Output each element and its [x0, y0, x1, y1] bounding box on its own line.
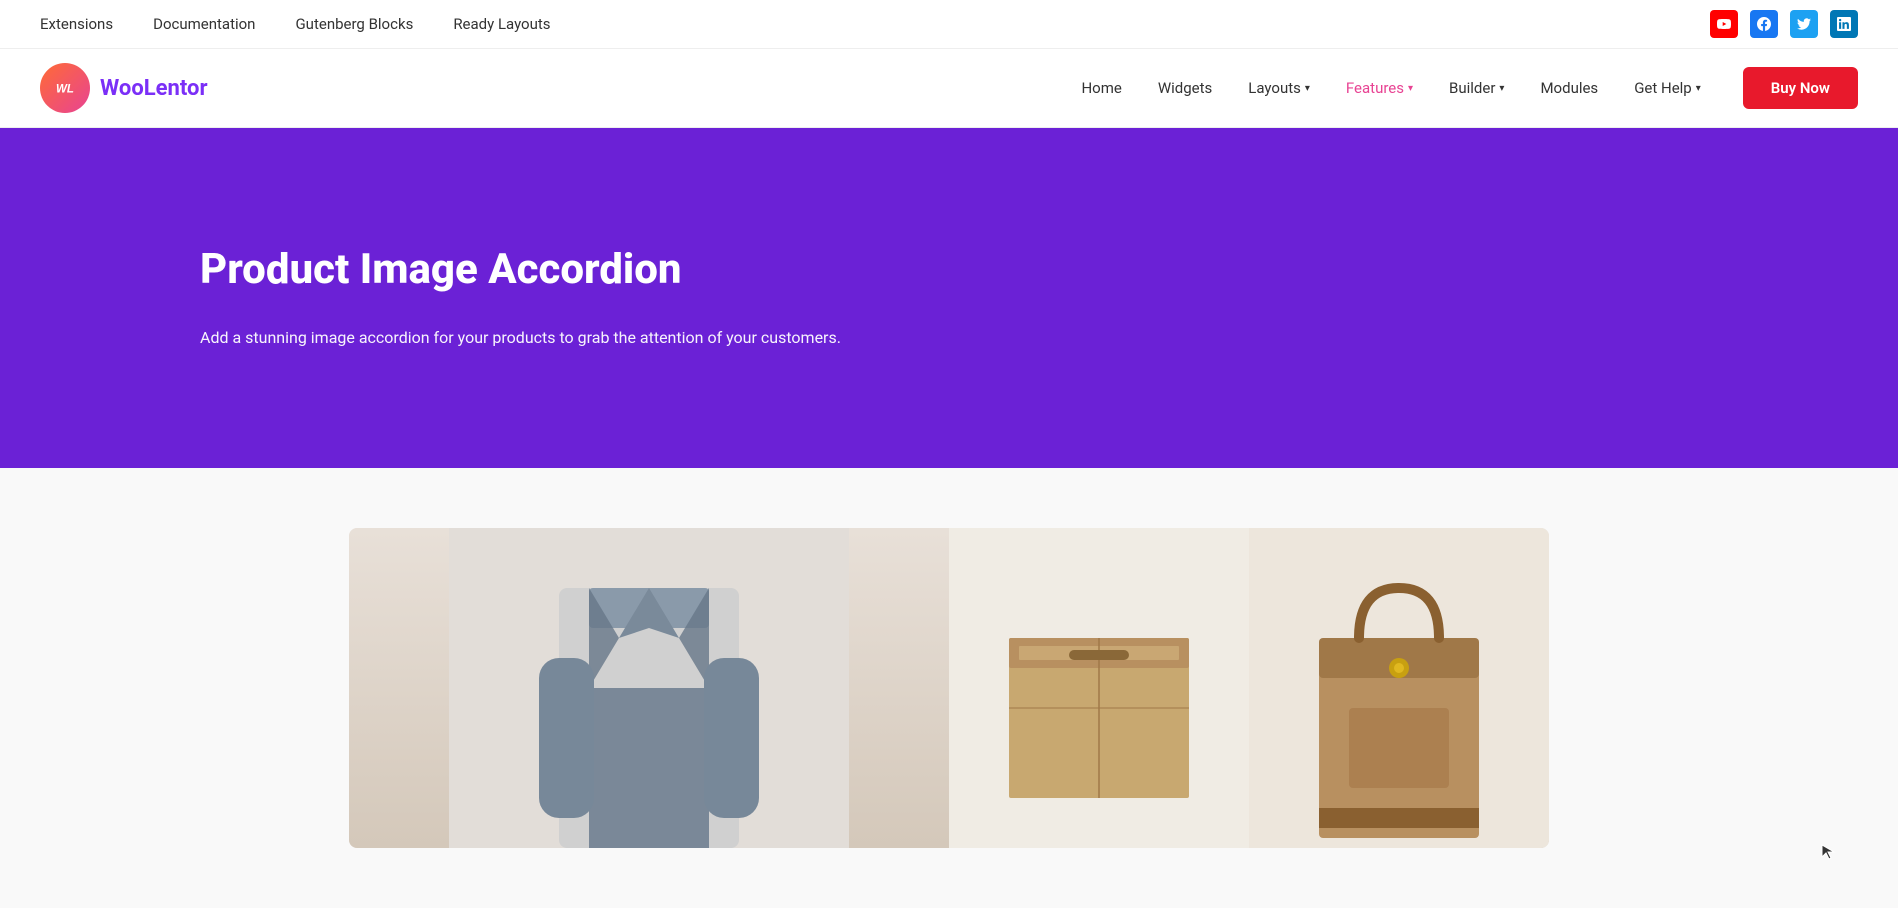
layouts-chevron: ▾ — [1305, 83, 1310, 94]
topbar-documentation[interactable]: Documentation — [153, 15, 255, 33]
youtube-icon[interactable] — [1710, 10, 1738, 38]
nav-get-help[interactable]: Get Help ▾ — [1620, 71, 1715, 105]
social-icons — [1710, 10, 1858, 38]
svg-text:WL: WL — [56, 84, 74, 96]
accordion-panel-box — [949, 528, 1249, 848]
nav-widgets[interactable]: Widgets — [1144, 71, 1226, 105]
facebook-icon[interactable] — [1750, 10, 1778, 38]
accordion-panel-bag — [1249, 528, 1549, 848]
top-bar: Extensions Documentation Gutenberg Block… — [0, 0, 1898, 49]
features-chevron: ▾ — [1408, 83, 1413, 94]
nav-layouts[interactable]: Layouts ▾ — [1234, 71, 1324, 105]
linkedin-icon[interactable] — [1830, 10, 1858, 38]
hero-title: Product Image Accordion — [200, 245, 1698, 295]
nav-features[interactable]: Features ▾ — [1332, 71, 1427, 105]
hero-description: Add a stunning image accordion for your … — [200, 324, 860, 351]
buy-now-button[interactable]: Buy Now — [1743, 67, 1858, 109]
main-nav: WL WooLentor Home Widgets Layouts ▾ Feat… — [0, 49, 1898, 128]
top-bar-nav: Extensions Documentation Gutenberg Block… — [40, 15, 551, 33]
main-nav-links: Home Widgets Layouts ▾ Features ▾ Builde… — [1067, 67, 1858, 109]
nav-builder[interactable]: Builder ▾ — [1435, 71, 1518, 105]
builder-chevron: ▾ — [1499, 83, 1504, 94]
accordion-panel-jacket — [349, 528, 949, 848]
logo-woo: Woo — [100, 76, 144, 101]
twitter-icon[interactable] — [1790, 10, 1818, 38]
logo[interactable]: WL WooLentor — [40, 63, 208, 113]
gethelp-chevron: ▾ — [1696, 83, 1701, 94]
topbar-extensions[interactable]: Extensions — [40, 15, 113, 33]
hero-section: Product Image Accordion Add a stunning i… — [0, 128, 1898, 468]
nav-modules[interactable]: Modules — [1526, 71, 1612, 105]
content-section — [0, 468, 1898, 908]
logo-lentor: Lentor — [144, 76, 208, 101]
nav-home[interactable]: Home — [1067, 71, 1135, 105]
topbar-gutenberg-blocks[interactable]: Gutenberg Blocks — [295, 15, 413, 33]
topbar-ready-layouts[interactable]: Ready Layouts — [453, 15, 550, 33]
logo-text: WooLentor — [100, 76, 208, 101]
accordion-preview — [349, 528, 1549, 848]
logo-icon: WL — [40, 63, 90, 113]
